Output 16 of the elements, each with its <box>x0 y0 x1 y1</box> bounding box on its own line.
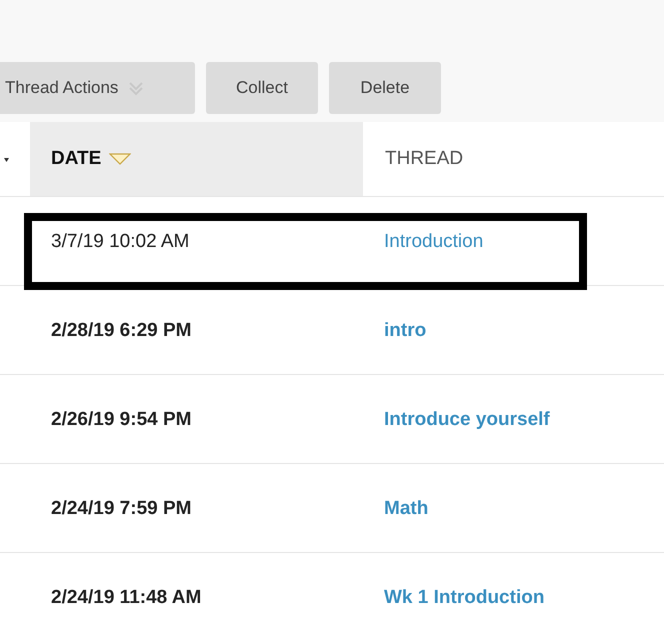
date-cell-text: 2/28/19 6:29 PM <box>51 320 192 340</box>
date-cell-text: 3/7/19 10:02 AM <box>51 232 190 250</box>
date-cell-text: 2/24/19 11:48 AM <box>51 588 202 606</box>
column-header[interactable]: DATE <box>30 122 363 196</box>
toolbar-button[interactable]: Delete <box>329 62 441 114</box>
sort-icon <box>4 158 9 162</box>
toolbar-button[interactable]: Collect <box>206 62 318 114</box>
thread-link[interactable]: Introduce yourself <box>384 410 550 428</box>
date-cell-text: 2/24/19 7:59 PM <box>51 498 192 518</box>
thread-link[interactable]: Wk 1 Introduction <box>384 588 544 606</box>
sort-descending-icon <box>109 153 132 165</box>
thread-link[interactable]: Introduction <box>384 232 484 250</box>
date-cell-text: 2/26/19 9:54 PM <box>51 410 192 428</box>
thread-link[interactable]: intro <box>384 320 426 340</box>
thread-link[interactable]: Math <box>384 498 428 518</box>
thread-actions-button[interactable]: Thread Actions <box>0 62 195 114</box>
